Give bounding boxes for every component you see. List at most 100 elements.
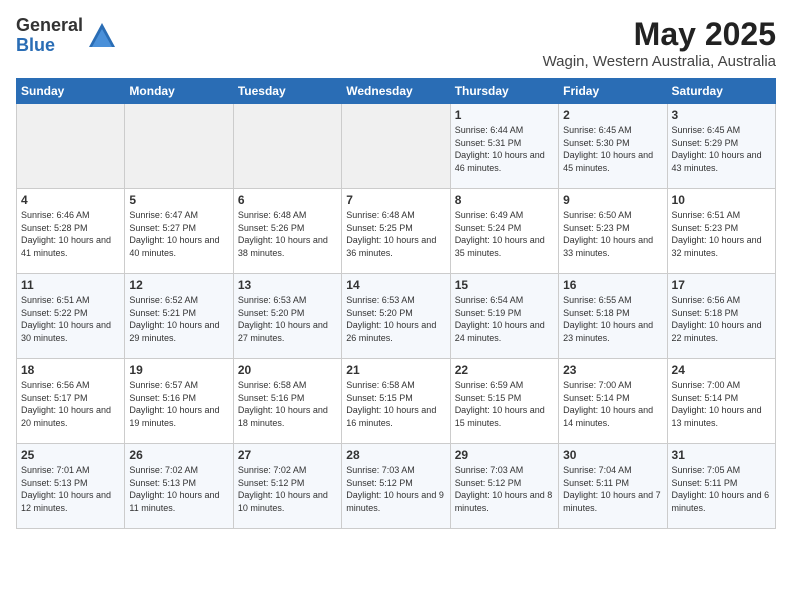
- logo-blue: Blue: [16, 36, 83, 56]
- weekday-header-row: SundayMondayTuesdayWednesdayThursdayFrid…: [17, 79, 776, 104]
- calendar-cell: 7Sunrise: 6:48 AMSunset: 5:25 PMDaylight…: [342, 189, 450, 274]
- day-number: 8: [455, 193, 554, 207]
- calendar-cell: 2 Sunrise: 6:45 AMSunset: 5:30 PMDaylight…: [559, 104, 667, 189]
- logo: General Blue: [16, 16, 117, 56]
- day-number: 4: [21, 193, 120, 207]
- calendar-cell: 31 Sunrise: 7:05 AMSunset: 5:11 PMDayligh…: [667, 444, 775, 529]
- cell-info: Sunrise: 6:45 AMSunset: 5:30 PMDaylight:…: [563, 124, 662, 174]
- calendar-cell: 29 Sunrise: 7:03 AMSunset: 5:12 PMDayligh…: [450, 444, 558, 529]
- day-number: 15: [455, 278, 554, 292]
- day-number: 3: [672, 108, 771, 122]
- cell-info: Sunrise: 6:54 AMSunset: 5:19 PMDaylight:…: [455, 294, 554, 344]
- cell-info: Sunrise: 7:04 AMSunset: 5:11 PMDaylight:…: [563, 464, 662, 514]
- calendar-week-row: 4 Sunrise: 6:46 AMSunset: 5:28 PMDaylight…: [17, 189, 776, 274]
- cell-info: Sunrise: 6:58 AMSunset: 5:15 PMDaylight:…: [346, 379, 445, 429]
- cell-info: Sunrise: 6:44 AMSunset: 5:31 PMDaylight:…: [455, 124, 554, 174]
- day-number: 5: [129, 193, 228, 207]
- day-number: 14: [346, 278, 445, 292]
- cell-info: Sunrise: 7:02 AMSunset: 5:12 PMDaylight:…: [238, 464, 337, 514]
- day-number: 27: [238, 448, 337, 462]
- day-number: 28: [346, 448, 445, 462]
- day-number: 1: [455, 108, 554, 122]
- cell-info: Sunrise: 7:02 AMSunset: 5:13 PMDaylight:…: [129, 464, 228, 514]
- cell-info: Sunrise: 6:57 AMSunset: 5:16 PMDaylight:…: [129, 379, 228, 429]
- location-title: Wagin, Western Australia, Australia: [543, 53, 776, 70]
- cell-info: Sunrise: 7:03 AMSunset: 5:12 PMDaylight:…: [455, 464, 554, 514]
- calendar-week-row: 1 Sunrise: 6:44 AMSunset: 5:31 PMDaylight…: [17, 104, 776, 189]
- weekday-header: Thursday: [450, 79, 558, 104]
- cell-info: Sunrise: 6:56 AMSunset: 5:17 PMDaylight:…: [21, 379, 120, 429]
- day-number: 23: [563, 363, 662, 377]
- day-number: 26: [129, 448, 228, 462]
- cell-info: Sunrise: 6:53 AMSunset: 5:20 PMDaylight:…: [346, 294, 445, 344]
- cell-info: Sunrise: 6:55 AMSunset: 5:18 PMDaylight:…: [563, 294, 662, 344]
- day-number: 9: [563, 193, 662, 207]
- title-block: May 2025 Wagin, Western Australia, Austr…: [543, 16, 776, 70]
- cell-info: Sunrise: 6:51 AMSunset: 5:22 PMDaylight:…: [21, 294, 120, 344]
- logo-general: General: [16, 16, 83, 36]
- day-number: 17: [672, 278, 771, 292]
- calendar-cell: 22Sunrise: 6:59 AMSunset: 5:15 PMDayligh…: [450, 359, 558, 444]
- calendar-cell: 3 Sunrise: 6:45 AMSunset: 5:29 PMDaylight…: [667, 104, 775, 189]
- cell-info: Sunrise: 6:58 AMSunset: 5:16 PMDaylight:…: [238, 379, 337, 429]
- day-number: 6: [238, 193, 337, 207]
- weekday-header: Friday: [559, 79, 667, 104]
- cell-info: Sunrise: 6:56 AMSunset: 5:18 PMDaylight:…: [672, 294, 771, 344]
- calendar-cell: 25 Sunrise: 7:01 AMSunset: 5:13 PMDayligh…: [17, 444, 125, 529]
- calendar-cell: 12Sunrise: 6:52 AMSunset: 5:21 PMDayligh…: [125, 274, 233, 359]
- calendar-cell: 13Sunrise: 6:53 AMSunset: 5:20 PMDayligh…: [233, 274, 341, 359]
- calendar-week-row: 25 Sunrise: 7:01 AMSunset: 5:13 PMDayligh…: [17, 444, 776, 529]
- weekday-header: Wednesday: [342, 79, 450, 104]
- cell-info: Sunrise: 6:49 AMSunset: 5:24 PMDaylight:…: [455, 209, 554, 259]
- day-number: 22: [455, 363, 554, 377]
- day-number: 16: [563, 278, 662, 292]
- cell-info: Sunrise: 6:53 AMSunset: 5:20 PMDaylight:…: [238, 294, 337, 344]
- calendar-cell: 20 Sunrise: 6:58 AMSunset: 5:16 PMDayligh…: [233, 359, 341, 444]
- calendar-cell: 1 Sunrise: 6:44 AMSunset: 5:31 PMDaylight…: [450, 104, 558, 189]
- day-number: 29: [455, 448, 554, 462]
- page-header: General Blue May 2025 Wagin, Western Aus…: [16, 16, 776, 70]
- calendar-week-row: 18Sunrise: 6:56 AMSunset: 5:17 PMDayligh…: [17, 359, 776, 444]
- day-number: 20: [238, 363, 337, 377]
- calendar-cell: 26 Sunrise: 7:02 AMSunset: 5:13 PMDayligh…: [125, 444, 233, 529]
- calendar-cell: 5 Sunrise: 6:47 AMSunset: 5:27 PMDaylight…: [125, 189, 233, 274]
- cell-info: Sunrise: 7:05 AMSunset: 5:11 PMDaylight:…: [672, 464, 771, 514]
- calendar-cell: 4 Sunrise: 6:46 AMSunset: 5:28 PMDaylight…: [17, 189, 125, 274]
- cell-info: Sunrise: 6:46 AMSunset: 5:28 PMDaylight:…: [21, 209, 120, 259]
- cell-info: Sunrise: 7:00 AMSunset: 5:14 PMDaylight:…: [672, 379, 771, 429]
- calendar-table: SundayMondayTuesdayWednesdayThursdayFrid…: [16, 78, 776, 529]
- day-number: 21: [346, 363, 445, 377]
- cell-info: Sunrise: 6:52 AMSunset: 5:21 PMDaylight:…: [129, 294, 228, 344]
- weekday-header: Tuesday: [233, 79, 341, 104]
- calendar-cell: 28Sunrise: 7:03 AMSunset: 5:12 PMDayligh…: [342, 444, 450, 529]
- day-number: 31: [672, 448, 771, 462]
- calendar-cell: 30Sunrise: 7:04 AMSunset: 5:11 PMDayligh…: [559, 444, 667, 529]
- calendar-cell: 14 Sunrise: 6:53 AMSunset: 5:20 PMDayligh…: [342, 274, 450, 359]
- day-number: 10: [672, 193, 771, 207]
- calendar-cell: 9 Sunrise: 6:50 AMSunset: 5:23 PMDaylight…: [559, 189, 667, 274]
- calendar-cell: 16 Sunrise: 6:55 AMSunset: 5:18 PMDayligh…: [559, 274, 667, 359]
- cell-info: Sunrise: 6:50 AMSunset: 5:23 PMDaylight:…: [563, 209, 662, 259]
- cell-info: Sunrise: 7:01 AMSunset: 5:13 PMDaylight:…: [21, 464, 120, 514]
- calendar-cell: [233, 104, 341, 189]
- weekday-header: Sunday: [17, 79, 125, 104]
- month-title: May 2025: [543, 16, 776, 53]
- calendar-cell: [342, 104, 450, 189]
- calendar-cell: 27 Sunrise: 7:02 AMSunset: 5:12 PMDayligh…: [233, 444, 341, 529]
- logo-icon: [87, 21, 117, 51]
- cell-info: Sunrise: 6:45 AMSunset: 5:29 PMDaylight:…: [672, 124, 771, 174]
- day-number: 7: [346, 193, 445, 207]
- cell-info: Sunrise: 7:00 AMSunset: 5:14 PMDaylight:…: [563, 379, 662, 429]
- day-number: 11: [21, 278, 120, 292]
- calendar-cell: 15 Sunrise: 6:54 AMSunset: 5:19 PMDayligh…: [450, 274, 558, 359]
- calendar-cell: [17, 104, 125, 189]
- calendar-cell: 21 Sunrise: 6:58 AMSunset: 5:15 PMDayligh…: [342, 359, 450, 444]
- weekday-header: Saturday: [667, 79, 775, 104]
- cell-info: Sunrise: 6:47 AMSunset: 5:27 PMDaylight:…: [129, 209, 228, 259]
- cell-info: Sunrise: 6:48 AMSunset: 5:26 PMDaylight:…: [238, 209, 337, 259]
- day-number: 2: [563, 108, 662, 122]
- day-number: 24: [672, 363, 771, 377]
- day-number: 19: [129, 363, 228, 377]
- day-number: 25: [21, 448, 120, 462]
- calendar-cell: 11 Sunrise: 6:51 AMSunset: 5:22 PMDayligh…: [17, 274, 125, 359]
